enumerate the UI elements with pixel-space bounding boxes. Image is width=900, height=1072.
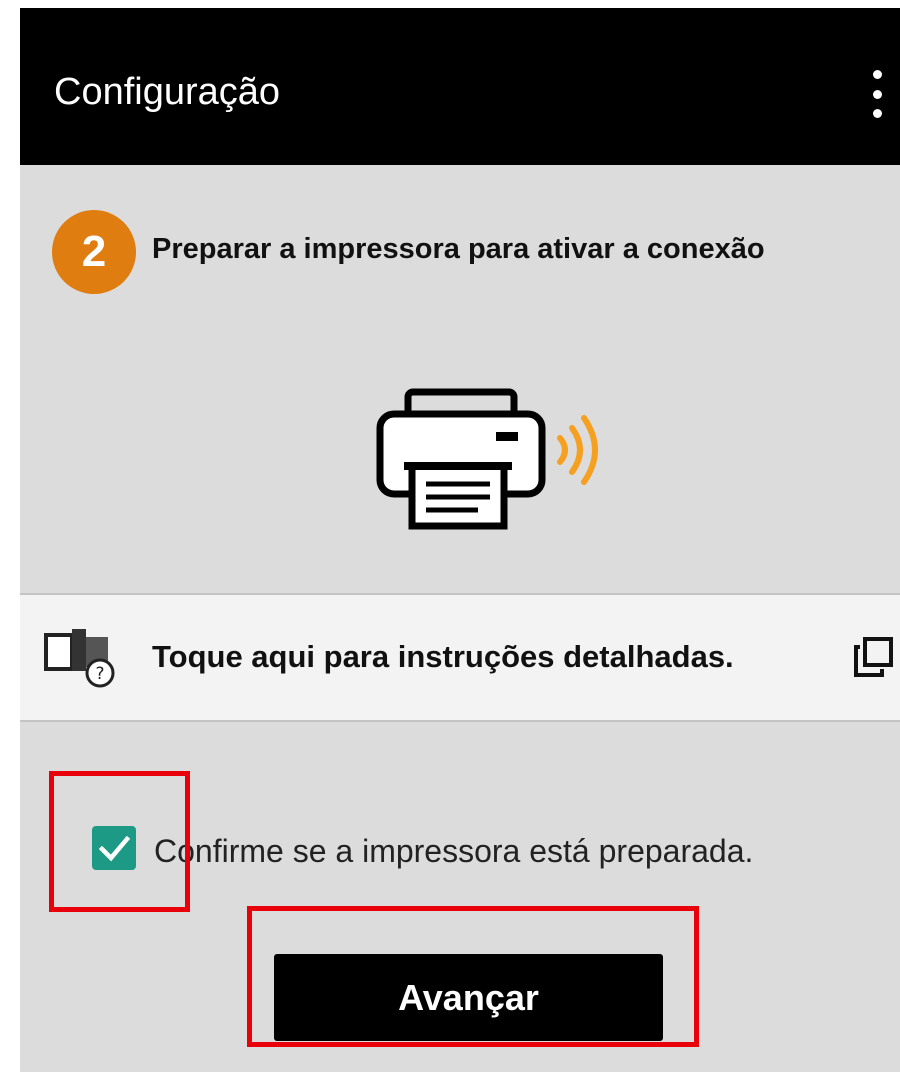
svg-text:?: ? <box>95 664 104 684</box>
next-button-label: Avançar <box>398 976 539 1018</box>
step-number: 2 <box>81 227 107 276</box>
confirm-checkbox[interactable] <box>92 826 136 870</box>
checkbox-box <box>92 826 136 870</box>
detailed-instructions-link[interactable]: ? Toque aqui para instruções detalhadas. <box>20 593 900 722</box>
next-button[interactable]: Avançar <box>274 954 663 1041</box>
page-title: Configuração <box>54 71 281 113</box>
signal-waves <box>557 435 568 465</box>
manual-help-icon: ? <box>44 623 124 689</box>
open-external-icon <box>852 635 896 679</box>
step-number-badge: 2 <box>52 210 136 294</box>
step-title: Preparar a impressora para ativar a cone… <box>152 233 765 265</box>
more-vert-icon[interactable] <box>864 70 890 118</box>
step-header: 2 Preparar a impressora para ativar a co… <box>20 203 900 303</box>
setup-screen: Configuração 2 Preparar a impressora par… <box>20 8 900 1072</box>
instructions-text: Toque aqui para instruções detalhadas. <box>152 639 734 674</box>
app-bar: Configuração <box>20 8 900 165</box>
confirm-label: Confirme se a impressora está preparada. <box>154 833 754 869</box>
printer-wireless-icon <box>360 388 620 548</box>
